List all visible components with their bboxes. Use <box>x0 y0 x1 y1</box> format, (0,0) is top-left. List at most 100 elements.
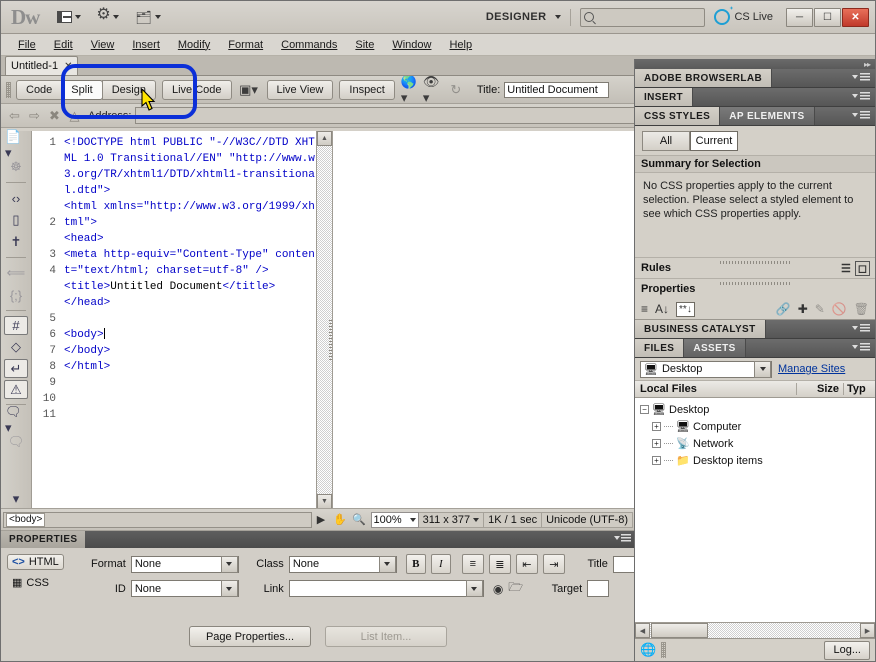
toolbar-grip[interactable] <box>6 81 11 98</box>
format-select[interactable]: None <box>130 555 239 573</box>
close-button[interactable]: ✕ <box>842 7 869 27</box>
browserlab-panel-menu-icon[interactable] <box>852 73 870 81</box>
css-mode-current-button[interactable]: Current <box>690 131 738 151</box>
scroll-left-arrow-icon[interactable]: ◀ <box>635 623 650 638</box>
refresh-icon[interactable]: ↻ <box>445 80 467 99</box>
forward-arrow-icon[interactable]: ⇨ <box>26 107 43 124</box>
column-size[interactable]: Size <box>797 383 844 395</box>
category-view-icon[interactable]: ≡ <box>641 302 648 316</box>
inspect-layout-icon[interactable]: ▣▾ <box>238 80 260 99</box>
visual-aids-icon[interactable]: 👁▾ <box>423 74 445 105</box>
scroll-right-arrow-icon[interactable]: ▶ <box>860 623 875 638</box>
dock-collapse-bar[interactable]: ▸▸ <box>635 59 875 69</box>
zoom-level-select[interactable]: 100% <box>370 511 419 528</box>
disable-property-icon[interactable]: 🚫 <box>832 302 847 316</box>
extend-dreamweaver-button[interactable] <box>91 7 125 27</box>
highlight-invalid-code-icon[interactable]: ◇ <box>5 337 27 357</box>
expand-toggle-icon[interactable]: + <box>652 439 661 448</box>
cs-live-button[interactable]: CS Live <box>714 9 773 25</box>
remove-comment-icon[interactable]: 🗨 <box>5 432 27 452</box>
zoom-tool-icon[interactable]: 🔍 <box>350 511 369 528</box>
business-catalyst-tab[interactable]: BUSINESS CATALYST <box>635 320 766 338</box>
menu-commands[interactable]: Commands <box>272 37 346 53</box>
live-view-button[interactable]: Live View <box>266 79 334 100</box>
collapse-outside-tag-icon[interactable]: ▯ <box>5 210 27 230</box>
set-properties-icon[interactable]: **↓ <box>676 301 695 317</box>
local-files-tree[interactable]: − 🖥 Desktop + 🖥 Computer + 📡 Network + 📁… <box>635 398 875 622</box>
tree-item-network[interactable]: + 📡 Network <box>638 435 875 452</box>
insert-panel-menu-icon[interactable] <box>852 92 870 100</box>
tree-item-computer[interactable]: + 🖥 Computer <box>638 418 875 435</box>
delete-rule-icon[interactable]: 🗑 <box>854 302 869 316</box>
back-arrow-icon[interactable]: ⇦ <box>6 107 23 124</box>
unordered-list-icon[interactable]: ≡ <box>461 554 484 574</box>
home-icon[interactable]: △ <box>66 107 83 124</box>
tag-selector-body[interactable]: <body> <box>6 512 46 527</box>
inspect-button[interactable]: Inspect <box>339 79 395 100</box>
chevron-down-icon[interactable] <box>465 580 483 597</box>
preview-in-browser-icon[interactable]: 🌎▾ <box>401 74 423 105</box>
collapse-toggle-icon[interactable]: − <box>640 405 649 414</box>
scroll-up-arrow-icon[interactable]: ▲ <box>317 131 332 146</box>
expand-toggle-icon[interactable]: + <box>652 456 661 465</box>
css-mode-button[interactable]: ▦ CSS <box>7 574 64 591</box>
menu-modify[interactable]: Modify <box>169 37 219 53</box>
stop-icon[interactable]: ✖ <box>46 107 63 124</box>
log-button[interactable]: Log... <box>824 640 870 660</box>
new-css-rule-icon[interactable]: ✚ <box>798 302 808 316</box>
design-view-pane[interactable] <box>329 131 635 509</box>
indent-icon[interactable]: ⇥ <box>542 554 565 574</box>
more-options-icon[interactable]: ▾ <box>5 489 27 509</box>
workspace-label[interactable]: DESIGNER <box>486 11 547 23</box>
link-input[interactable] <box>288 580 484 597</box>
select-parent-tag-icon[interactable]: ⟸ <box>5 263 27 283</box>
site-management-button[interactable]: 🗂 <box>129 8 167 27</box>
search-input[interactable] <box>580 7 706 27</box>
expand-panels-icon[interactable]: ▸▸ <box>864 60 871 69</box>
html-mode-button[interactable]: <> HTML <box>7 554 64 570</box>
tab-ap-elements[interactable]: AP ELEMENTS <box>720 107 815 125</box>
resize-dots[interactable] <box>720 261 790 264</box>
view-button-design[interactable]: Design <box>101 79 156 100</box>
minimize-button[interactable]: ─ <box>786 7 813 27</box>
column-local-files[interactable]: Local Files <box>635 383 797 395</box>
files-horizontal-scrollbar[interactable]: ◀ ▶ <box>635 622 875 638</box>
site-select[interactable]: 🖥 Desktop <box>640 360 772 378</box>
chevron-down-icon[interactable] <box>220 580 238 597</box>
id-select[interactable]: None <box>130 580 239 597</box>
css-mode-all-button[interactable]: All <box>642 131 690 151</box>
ordered-list-icon[interactable]: ≣ <box>488 554 511 574</box>
point-to-file-icon[interactable]: ◉ <box>493 582 503 596</box>
files-panel-header[interactable]: FILES ASSETS <box>635 339 875 358</box>
css-panel-menu-icon[interactable] <box>852 111 870 119</box>
tab-css-styles[interactable]: CSS STYLES <box>635 107 721 125</box>
tree-item-desktop[interactable]: − 🖥 Desktop <box>638 401 875 418</box>
menu-help[interactable]: Help <box>440 37 481 53</box>
apply-comment-icon[interactable]: 🗨▾ <box>5 404 27 435</box>
target-select[interactable] <box>587 580 610 597</box>
list-view-icon[interactable]: ◻ <box>854 260 870 276</box>
alphabet-sort-icon[interactable]: A↓ <box>655 302 669 316</box>
column-type[interactable]: Typ <box>844 383 875 395</box>
workspace-chevron-icon[interactable] <box>555 15 562 19</box>
title-input[interactable] <box>612 555 635 573</box>
view-button-code[interactable]: Code <box>16 79 63 100</box>
menu-view[interactable]: View <box>82 37 124 53</box>
browse-folder-icon[interactable]: 🗁 <box>508 578 523 599</box>
tab-files[interactable]: FILES <box>635 339 685 357</box>
chevron-down-icon[interactable] <box>378 555 396 573</box>
tree-item-desktop-items[interactable]: + 📁 Desktop items <box>638 452 875 469</box>
italic-button[interactable]: I <box>430 554 451 574</box>
code-editor-text[interactable]: <!DOCTYPE html PUBLIC "-//W3C//DTD XHTML… <box>60 131 316 509</box>
files-panel-menu-icon[interactable] <box>852 343 870 351</box>
document-title-input[interactable]: Untitled Document <box>504 81 610 98</box>
chevron-down-icon[interactable] <box>754 360 771 378</box>
collapse-full-tag-icon[interactable]: ‹› <box>5 188 27 208</box>
css-styles-panel-header[interactable]: CSS STYLES AP ELEMENTS <box>635 107 875 126</box>
open-documents-icon[interactable]: 📄▾ <box>5 129 27 160</box>
menu-edit[interactable]: Edit <box>45 37 82 53</box>
properties-panel-menu-icon[interactable] <box>614 534 631 542</box>
word-wrap-icon[interactable]: ↵ <box>4 359 28 378</box>
menu-site[interactable]: Site <box>346 37 383 53</box>
split-resize-handle[interactable] <box>329 320 332 360</box>
